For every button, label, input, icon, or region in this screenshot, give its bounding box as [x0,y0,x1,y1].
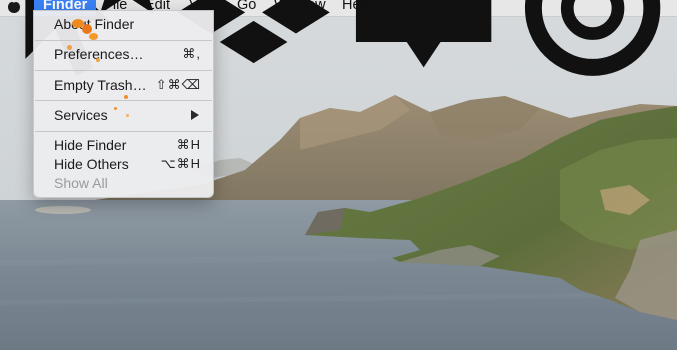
menu-separator [35,131,212,132]
finder-menu-dropdown: About Finder Preferences… ⌘, Empty Trash… [33,10,214,198]
menu-item-about-finder[interactable]: About Finder [34,14,213,34]
menu-item-show-all: Show All [34,173,213,193]
menu-window[interactable]: Window [265,0,335,16]
overlay-speck [124,95,128,99]
menu-item-label: About Finder [54,16,135,32]
menu-item-label: Hide Finder [54,137,127,153]
menu-go[interactable]: Go [228,0,265,16]
menu-separator [35,100,212,101]
submenu-arrow-icon [191,110,199,120]
menu-separator [35,40,212,41]
menu-separator [35,70,212,71]
menu-item-hide-finder[interactable]: Hide Finder ⌘H [34,135,213,155]
creative-cloud-icon[interactable] [508,0,677,84]
apple-icon[interactable] [6,0,22,13]
menu-item-label: Services [54,107,108,123]
menu-item-services[interactable]: Services [34,105,213,125]
menu-item-label: Empty Trash… [54,77,147,93]
overlay-speck [89,33,98,40]
menu-item-hide-others[interactable]: Hide Others ⌥⌘H [34,154,213,174]
shortcut-label: ⇧⌘⌫ [155,77,201,92]
menu-item-preferences[interactable]: Preferences… ⌘, [34,44,213,64]
shortcut-label: ⌥⌘H [160,156,201,171]
overlay-speck [114,107,117,110]
menu-item-label: Show All [54,175,108,191]
overlay-speck [126,114,129,117]
menu-item-empty-trash[interactable]: Empty Trash… ⇧⌘⌫ [34,75,213,95]
overlay-speck [96,58,100,62]
overlay-speck [67,45,72,50]
shortcut-label: ⌘H [176,137,201,152]
menu-help[interactable]: Help [333,0,381,16]
menu-item-label: Hide Others [54,156,129,172]
shortcut-label: ⌘, [182,46,201,61]
